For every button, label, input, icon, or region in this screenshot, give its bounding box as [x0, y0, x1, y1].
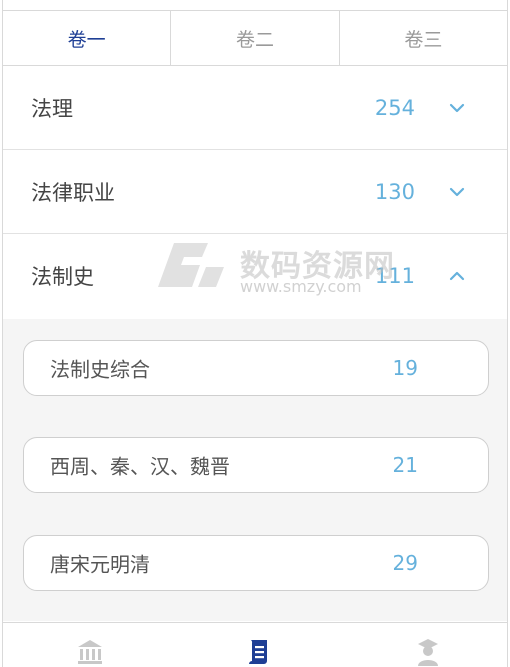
bank-icon[interactable]: [75, 637, 105, 667]
tab-volume-2[interactable]: 卷二: [171, 11, 340, 65]
category-row-jurisprudence[interactable]: 法理 254: [3, 66, 507, 150]
volume-tabs: 卷一 卷二 卷三: [3, 10, 507, 66]
subcategory-name: 唐宋元明清: [50, 552, 150, 577]
subcategory-count: 19: [392, 356, 418, 380]
tab-volume-3[interactable]: 卷三: [340, 11, 507, 65]
subcategory-name: 法制史综合: [50, 357, 150, 382]
tab-volume-1[interactable]: 卷一: [3, 11, 172, 65]
subcategory-item[interactable]: 西周、秦、汉、魏晋 21: [23, 437, 489, 493]
category-name: 法制史: [31, 265, 94, 289]
category-row-legal-history[interactable]: 法制史 111: [3, 234, 507, 318]
category-count: 130: [374, 179, 415, 204]
scroll-icon[interactable]: [243, 637, 273, 667]
subcategory-item[interactable]: 法制史综合 19: [23, 340, 489, 396]
chevron-down-icon[interactable]: [447, 182, 467, 202]
subcategory-count: 29: [392, 551, 418, 575]
app-frame: 卷一 卷二 卷三 法理 254 法律职业 130 法制史 111 法制史综合 1…: [2, 0, 508, 667]
subcategory-item[interactable]: 唐宋元明清 29: [23, 535, 489, 591]
subcategory-panel: 法制史综合 19 西周、秦、汉、魏晋 21 唐宋元明清 29: [3, 319, 507, 621]
subcategory-count: 21: [392, 453, 418, 477]
category-name: 法律职业: [31, 180, 115, 205]
user-icon[interactable]: [413, 637, 443, 667]
bottom-nav: [3, 622, 507, 667]
chevron-down-icon[interactable]: [447, 98, 467, 118]
category-row-legal-profession[interactable]: 法律职业 130: [3, 150, 507, 234]
subcategory-name: 西周、秦、汉、魏晋: [50, 454, 230, 479]
category-name: 法理: [31, 96, 73, 121]
chevron-up-icon[interactable]: [447, 266, 467, 286]
category-count: 111: [374, 264, 415, 288]
category-count: 254: [374, 95, 415, 120]
